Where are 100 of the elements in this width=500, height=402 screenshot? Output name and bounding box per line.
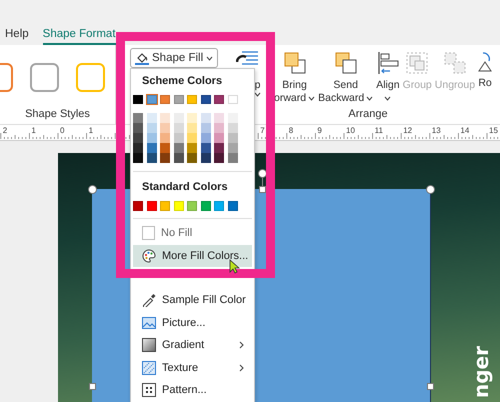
shade-swatch[interactable] [133, 113, 143, 123]
menu-item[interactable]: Picture... [133, 312, 252, 334]
shade-swatch[interactable] [133, 133, 143, 143]
layers-forward-icon [284, 52, 306, 74]
shade-swatch[interactable] [200, 143, 210, 153]
shape-fill-button[interactable]: Shape Fill [130, 48, 218, 68]
color-swatch[interactable] [174, 201, 184, 211]
color-swatch[interactable] [200, 95, 210, 104]
shade-swatch[interactable] [200, 153, 210, 163]
shade-swatch[interactable] [133, 153, 143, 163]
shade-swatch[interactable] [214, 133, 224, 143]
eyedropper-icon [142, 293, 156, 308]
shade-swatch[interactable] [187, 143, 197, 153]
ruler-number: 2 [2, 126, 8, 135]
shade-swatch[interactable] [174, 123, 184, 133]
shade-swatch[interactable] [146, 153, 156, 163]
shade-swatch[interactable] [228, 113, 238, 123]
ribbon-button[interactable]: Align [376, 45, 400, 105]
color-swatch[interactable] [133, 201, 143, 211]
caret-icon [206, 56, 214, 60]
color-swatch[interactable] [228, 201, 238, 211]
align-left-icon [376, 52, 399, 74]
ruler-number: 8 [288, 126, 294, 135]
text-wrap-icon [236, 50, 258, 66]
menu-item[interactable]: Texture [133, 356, 252, 379]
texture-icon [142, 360, 156, 375]
color-swatch[interactable] [214, 201, 224, 211]
shade-swatch[interactable] [160, 143, 170, 153]
palette-icon [142, 248, 156, 263]
shade-swatch[interactable] [174, 113, 184, 123]
section-heading: Standard Colors [141, 180, 229, 194]
shade-swatch[interactable] [146, 123, 156, 133]
layers-backward-icon [334, 52, 357, 74]
ribbon-tab[interactable]: Help [5, 26, 29, 45]
shade-swatch[interactable] [146, 143, 156, 153]
ruler-number: 10 [346, 126, 355, 135]
color-swatch[interactable] [187, 95, 197, 104]
shade-swatch[interactable] [187, 113, 197, 123]
group-icon [406, 52, 428, 74]
empty-box-icon [142, 226, 155, 240]
shade-swatch[interactable] [146, 133, 156, 143]
ruler-number: 7 [260, 126, 265, 135]
shade-swatch[interactable] [214, 123, 224, 133]
color-swatch[interactable] [146, 201, 156, 211]
shade-swatch[interactable] [133, 143, 143, 153]
shade-swatch[interactable] [160, 133, 170, 143]
paint-bucket-icon [135, 51, 149, 65]
ruler-number: 14 [460, 126, 470, 135]
color-swatch[interactable] [160, 201, 170, 211]
group-label: Arrange [347, 107, 389, 121]
color-swatch[interactable] [160, 95, 170, 104]
gradient-icon [142, 338, 156, 352]
menu-item[interactable]: More Fill Colors... [133, 244, 252, 267]
color-swatch[interactable] [228, 95, 238, 104]
shade-swatch[interactable] [146, 113, 156, 123]
shade-swatch[interactable] [214, 143, 224, 153]
color-swatch[interactable] [146, 95, 156, 104]
ruler-number: 1 [88, 126, 94, 135]
menu-item[interactable]: Pattern... [133, 379, 252, 402]
shade-swatch[interactable] [174, 133, 184, 143]
ruler-number: 1 [31, 126, 36, 135]
shade-swatch[interactable] [160, 113, 170, 123]
shape-style-swatch[interactable] [76, 63, 105, 92]
slide-title: nger [470, 346, 492, 398]
ruler-number: 9 [317, 126, 322, 135]
ruler-number: 12 [403, 126, 412, 135]
section-heading: Scheme Colors [141, 74, 224, 88]
shade-swatch[interactable] [187, 133, 197, 143]
shade-swatch[interactable] [160, 123, 170, 133]
color-swatch[interactable] [133, 95, 143, 104]
ruler-number: 13 [432, 126, 441, 135]
shade-swatch[interactable] [174, 153, 184, 163]
ruler-number: 11 [374, 126, 383, 135]
menu-item[interactable]: Sample Fill Color [133, 289, 252, 312]
shade-swatch[interactable] [174, 143, 184, 153]
shade-swatch[interactable] [200, 123, 210, 133]
color-swatch[interactable] [174, 95, 184, 104]
menu-item[interactable]: Gradient [133, 334, 252, 356]
ribbon-button[interactable]: Ro [478, 45, 492, 105]
shade-swatch[interactable] [187, 123, 197, 133]
shade-swatch[interactable] [228, 133, 238, 143]
shade-swatch[interactable] [200, 113, 210, 123]
color-swatch[interactable] [200, 201, 210, 211]
shade-swatch[interactable] [160, 153, 170, 163]
shade-swatch[interactable] [133, 123, 143, 133]
shade-swatch[interactable] [214, 113, 224, 123]
shade-swatch[interactable] [228, 153, 238, 163]
shade-swatch[interactable] [228, 143, 238, 153]
shade-swatch[interactable] [200, 133, 210, 143]
picture-icon [142, 316, 156, 329]
ribbon-button[interactable]: Send Backward [318, 45, 374, 105]
shade-swatch[interactable] [187, 153, 197, 163]
shape-style-swatch[interactable] [30, 63, 59, 92]
color-swatch[interactable] [214, 95, 224, 104]
shade-swatch[interactable] [228, 123, 238, 133]
ribbon-button[interactable]: p [254, 79, 261, 97]
color-swatch[interactable] [187, 201, 197, 211]
ribbon-button[interactable]: Bring orward [274, 45, 316, 105]
shade-swatch[interactable] [214, 153, 224, 163]
menu-item[interactable]: No Fill [133, 222, 252, 244]
